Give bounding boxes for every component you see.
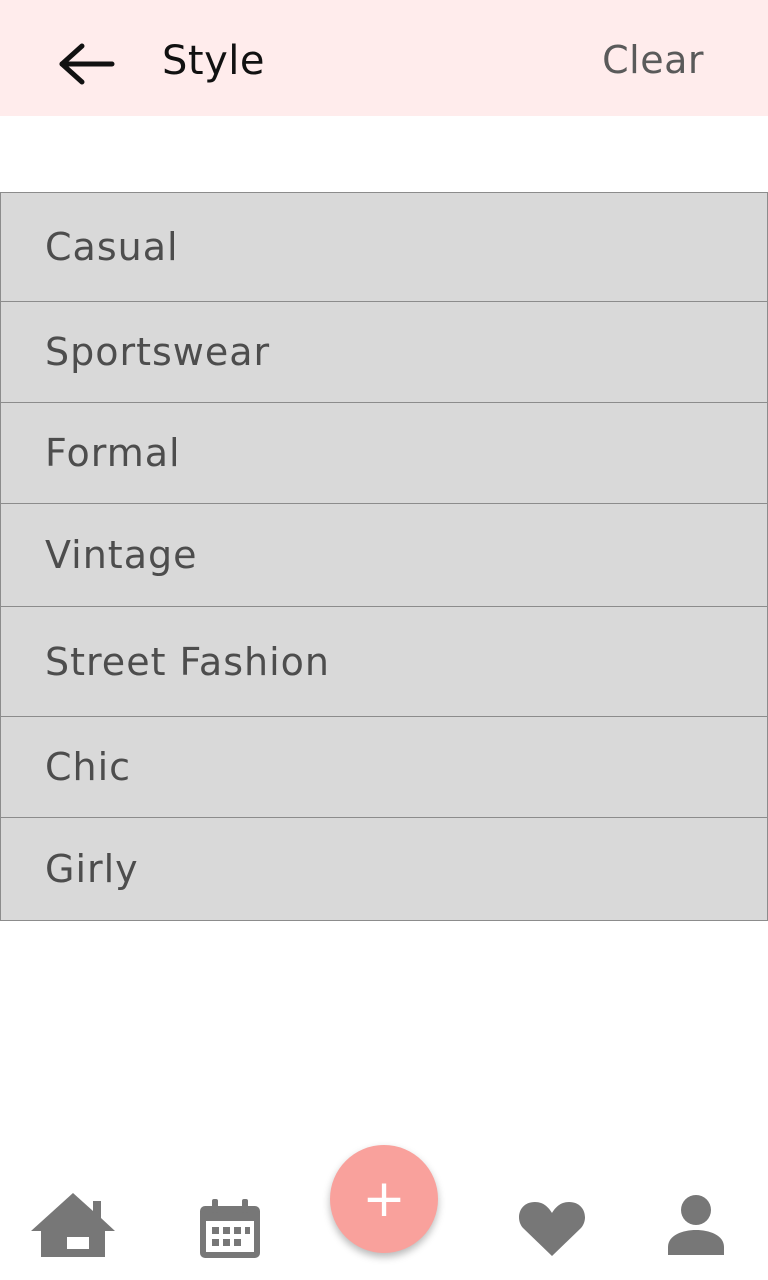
nav-home[interactable] — [28, 1190, 118, 1260]
clear-button[interactable]: Clear — [602, 36, 704, 84]
app-header: Style Clear — [0, 0, 768, 116]
style-item-label: Vintage — [45, 533, 198, 577]
style-item-label: Chic — [45, 745, 132, 789]
style-item-vintage[interactable]: Vintage — [1, 504, 767, 607]
style-item-casual[interactable]: Casual — [1, 193, 767, 302]
style-item-label: Sportswear — [45, 330, 271, 374]
style-item-girly[interactable]: Girly — [1, 818, 767, 920]
add-button[interactable]: + — [330, 1145, 438, 1253]
calendar-icon — [200, 1199, 260, 1258]
back-button[interactable] — [50, 36, 122, 92]
plus-icon: + — [362, 1169, 406, 1229]
style-item-formal[interactable]: Formal — [1, 403, 767, 504]
profile-icon — [668, 1195, 724, 1255]
nav-favorites[interactable] — [516, 1198, 588, 1258]
page-title: Style — [162, 38, 265, 84]
home-icon — [31, 1193, 115, 1257]
nav-profile[interactable] — [664, 1192, 728, 1258]
style-item-chic[interactable]: Chic — [1, 717, 767, 818]
heart-icon — [519, 1202, 585, 1256]
style-list: Casual Sportswear Formal Vintage Street … — [0, 192, 768, 921]
style-item-label: Formal — [45, 431, 181, 475]
style-item-street-fashion[interactable]: Street Fashion — [1, 607, 767, 717]
style-item-label: Girly — [45, 847, 139, 891]
nav-calendar[interactable] — [196, 1196, 264, 1262]
style-item-label: Casual — [45, 225, 179, 269]
arrow-left-icon — [59, 43, 115, 85]
style-item-sportswear[interactable]: Sportswear — [1, 302, 767, 403]
style-item-label: Street Fashion — [45, 639, 330, 684]
